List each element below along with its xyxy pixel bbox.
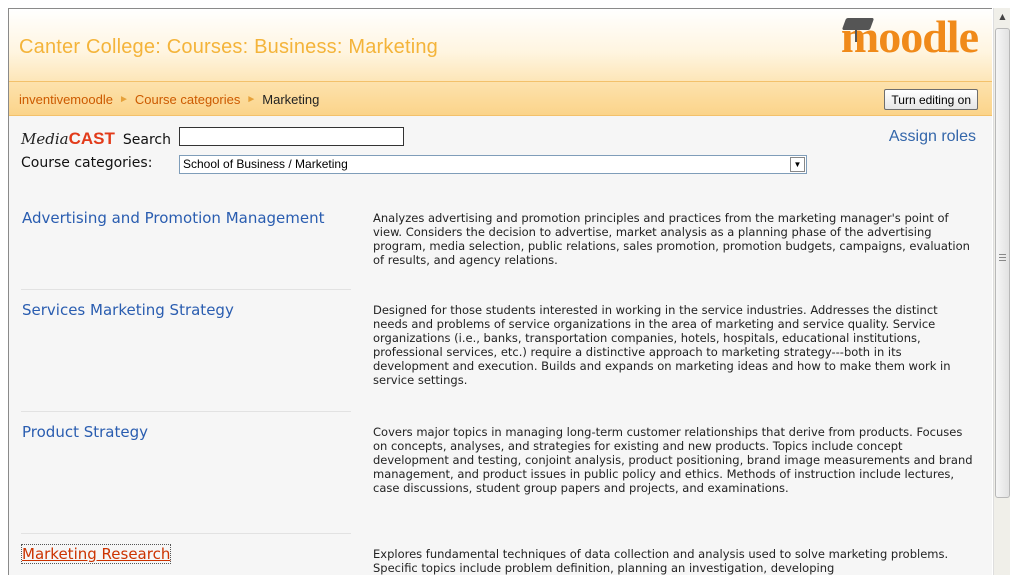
course-categories-selected-value: School of Business / Marketing (183, 157, 348, 171)
mediacast-logo-cast: CAST (68, 129, 115, 148)
cap-tassel (854, 28, 857, 42)
scrollbar-grip-icon (999, 254, 1006, 263)
course-link[interactable]: Marketing Research (20, 544, 172, 564)
breadcrumb: inventivemoodle ► Course categories ► Ma… (19, 92, 319, 107)
graduation-cap-icon (841, 18, 875, 30)
breadcrumb-current: Marketing (262, 92, 320, 107)
vertical-scrollbar[interactable]: ▲ (993, 8, 1010, 575)
divider (21, 289, 351, 290)
breadcrumb-separator-icon: ► (118, 94, 129, 105)
turn-editing-on-button[interactable]: Turn editing on (884, 89, 978, 110)
browser-viewport: Canter College: Courses: Business: Marke… (8, 8, 992, 575)
chevron-down-icon[interactable]: ▼ (790, 157, 805, 172)
site-title: Canter College: Courses: Business: Marke… (19, 36, 438, 58)
breadcrumb-home[interactable]: inventivemoodle (19, 92, 113, 107)
course-link[interactable]: Advertising and Promotion Management (22, 209, 325, 227)
mediacast-search-label: MediaCAST Search (21, 129, 171, 149)
moodle-logo[interactable]: moodle (841, 14, 979, 60)
course-link[interactable]: Services Marketing Strategy (22, 301, 234, 319)
scroll-up-arrow-icon[interactable]: ▲ (994, 8, 1011, 25)
assign-roles-link[interactable]: Assign roles (889, 128, 976, 146)
course-link[interactable]: Product Strategy (22, 423, 148, 441)
navbar: inventivemoodle ► Course categories ► Ma… (9, 81, 992, 116)
search-label: Search (122, 132, 171, 148)
breadcrumb-separator-icon: ► (246, 94, 257, 105)
scrollbar-thumb[interactable] (995, 28, 1010, 498)
course-description: Explores fundamental techniques of data … (373, 547, 949, 575)
divider (21, 533, 351, 534)
mediacast-logo: MediaCAST (21, 129, 115, 149)
course-description: Covers major topics in managing long-ter… (373, 425, 973, 495)
breadcrumb-course-categories[interactable]: Course categories (135, 92, 241, 107)
course-description: Designed for those students interested i… (373, 303, 951, 387)
divider (21, 411, 351, 412)
mediacast-logo-media: Media (21, 130, 69, 148)
search-input[interactable] (179, 127, 404, 146)
course-categories-label: Course categories: (21, 155, 153, 171)
page-header: Canter College: Courses: Business: Marke… (9, 9, 992, 81)
course-description: Analyzes advertising and promotion princ… (373, 211, 970, 267)
course-categories-select[interactable]: School of Business / Marketing ▼ (179, 155, 807, 174)
